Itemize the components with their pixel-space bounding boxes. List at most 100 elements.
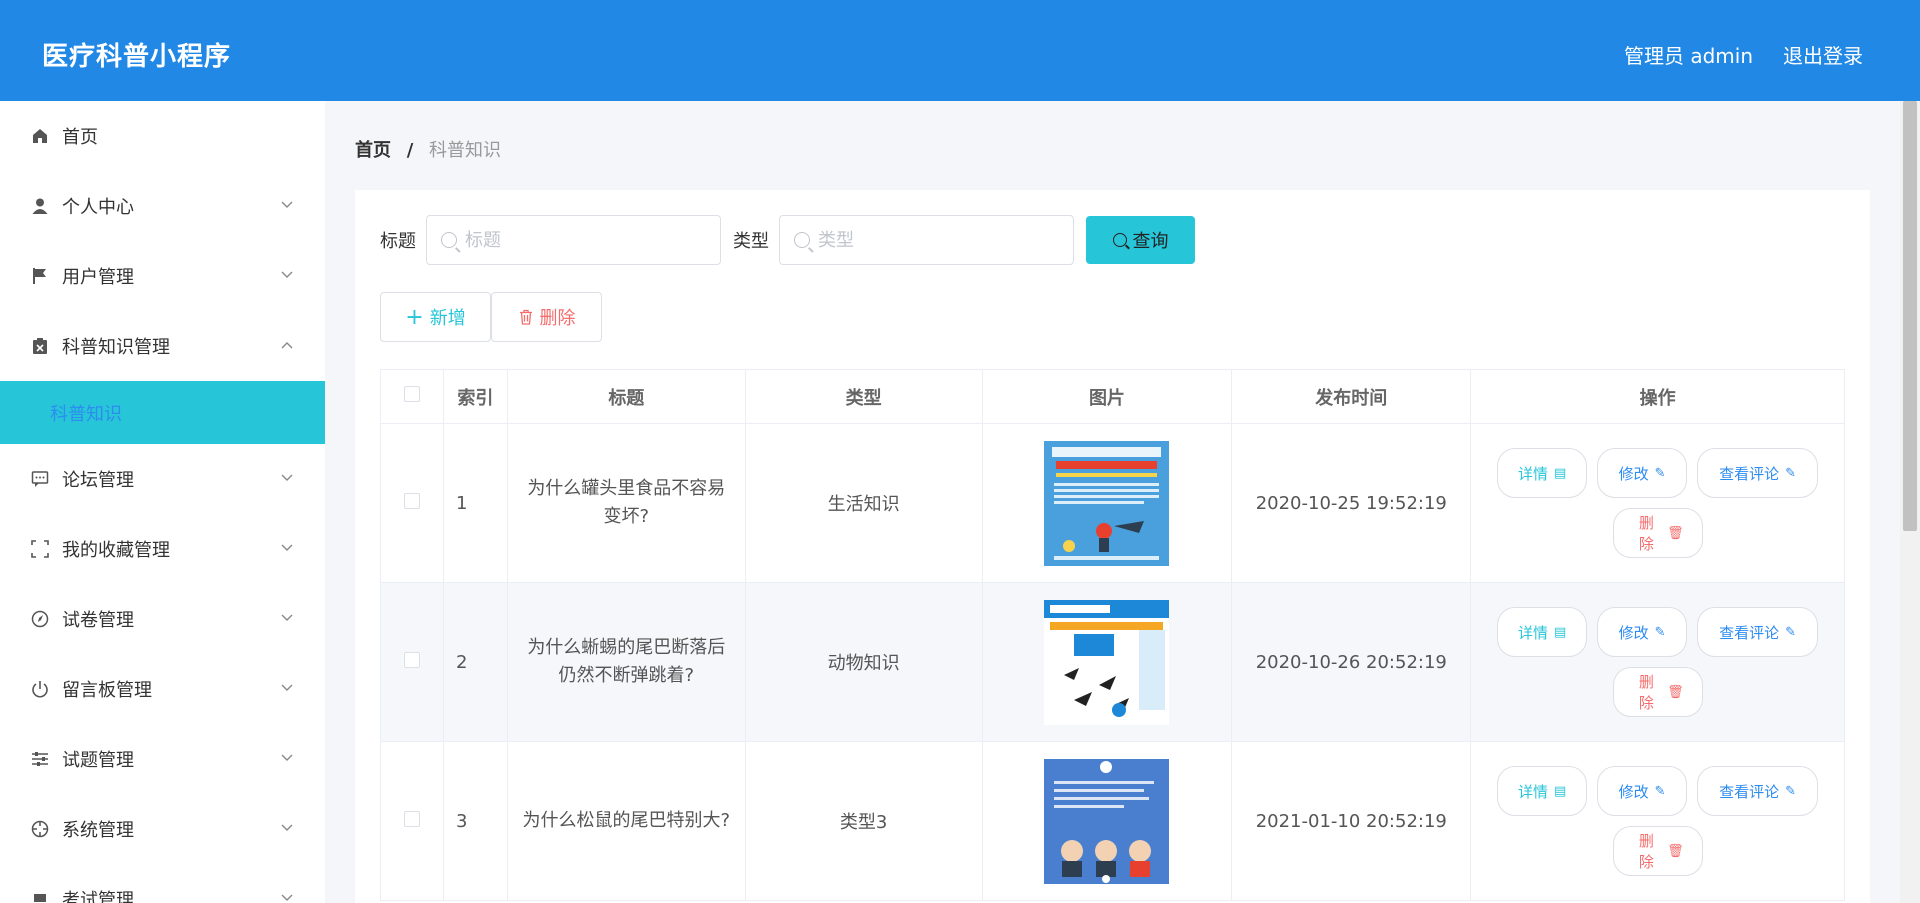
- detail-button[interactable]: 详情 ▤: [1497, 766, 1588, 816]
- delete-button[interactable]: 删除 🗑: [1612, 667, 1703, 717]
- delete-button[interactable]: 删除 🗑: [1612, 508, 1703, 558]
- column-header[interactable]: 图片: [981, 369, 1233, 424]
- detail-button[interactable]: 详情 ▤: [1497, 448, 1588, 498]
- sliders-icon: [30, 749, 50, 769]
- sidebar-item-label: 试卷管理: [62, 610, 134, 631]
- article-thumbnail[interactable]: [1044, 599, 1170, 725]
- sidebar-item-label: 用户管理: [62, 267, 134, 288]
- edit-button[interactable]: 修改 ✎: [1597, 766, 1688, 816]
- delete-label: 删除: [1638, 673, 1654, 712]
- query-button-label: 查询: [1132, 231, 1169, 252]
- sidebar-item-exam-papers[interactable]: 试卷管理: [0, 584, 325, 654]
- type-filter-label: 类型: [733, 231, 769, 252]
- type-search-field[interactable]: [779, 215, 1074, 265]
- sidebar-subitem-knowledge[interactable]: 科普知识: [0, 381, 325, 444]
- table-row: 1 为什么罐头里食品不容易变坏? 生活知识 2020-10-25 19:52:1…: [380, 423, 1845, 583]
- power-icon: [30, 679, 50, 699]
- sidebar-item-forum[interactable]: 论坛管理: [0, 444, 325, 514]
- breadcrumb: 首页 / 科普知识: [355, 136, 501, 162]
- delete-button[interactable]: 删除 🗑: [1612, 826, 1703, 876]
- pencil-icon: ✎: [1785, 783, 1797, 799]
- search-bar: 标题 类型 查询: [380, 215, 1195, 265]
- sidebar-item-users[interactable]: 用户管理: [0, 241, 325, 311]
- row-checkbox[interactable]: [403, 651, 420, 668]
- edit-button[interactable]: 修改 ✎: [1597, 448, 1688, 498]
- row-publish-time: 2020-10-26 20:52:19: [1231, 582, 1472, 742]
- edit-label: 修改: [1618, 782, 1649, 801]
- current-user: 管理员 admin: [1623, 44, 1753, 68]
- select-all-checkbox[interactable]: [403, 386, 420, 402]
- breadcrumb-home[interactable]: 首页: [355, 140, 391, 161]
- column-header[interactable]: 操作: [1470, 369, 1845, 424]
- chat-icon: [30, 469, 50, 489]
- column-header[interactable]: 类型: [744, 369, 983, 424]
- sidebar-item-label: 试题管理: [62, 750, 134, 771]
- sidebar-item-home[interactable]: 首页: [0, 101, 325, 171]
- sidebar-item-questions[interactable]: 试题管理: [0, 724, 325, 794]
- trash-icon: 🗑: [1667, 525, 1684, 541]
- chevron-down-icon: [277, 748, 297, 768]
- sidebar-item-exams[interactable]: 考试管理: [0, 864, 325, 903]
- row-publish-time: 2020-10-25 19:52:19: [1231, 423, 1472, 583]
- edit-button[interactable]: 修改 ✎: [1597, 607, 1688, 657]
- trash-icon: [518, 309, 534, 325]
- article-thumbnail[interactable]: [1044, 758, 1170, 884]
- query-button[interactable]: 查询: [1086, 216, 1195, 264]
- column-header[interactable]: 标题: [506, 369, 746, 424]
- pencil-icon: ✎: [1654, 783, 1666, 799]
- delete-label: 删除: [1638, 832, 1654, 871]
- title-search-input[interactable]: [465, 229, 705, 251]
- row-publish-time: 2021-01-10 20:52:19: [1231, 741, 1472, 901]
- row-actions: 详情 ▤ 修改 ✎ 查看评论 ✎ 删除 🗑: [1470, 423, 1845, 583]
- action-toolbar: + 新增 删除: [380, 292, 602, 342]
- home-icon: [30, 126, 50, 146]
- chevron-down-icon: [277, 888, 297, 903]
- article-thumbnail[interactable]: [1044, 440, 1170, 566]
- top-bar: 医疗科普小程序 管理员 admin 退出登录: [0, 0, 1920, 101]
- chevron-down-icon: [277, 265, 297, 285]
- row-checkbox[interactable]: [403, 492, 420, 509]
- sidebar-item-knowledge-management[interactable]: 科普知识管理: [0, 311, 325, 381]
- logout-link[interactable]: 退出登录: [1783, 40, 1863, 69]
- row-title: 为什么松鼠的尾巴特别大?: [506, 741, 746, 901]
- title-search-field[interactable]: [426, 215, 721, 265]
- flag-icon: [30, 266, 50, 286]
- main-panel: 标题 类型 查询 + 新增 删除 索引: [355, 190, 1870, 903]
- sidebar-item-label: 论坛管理: [62, 470, 134, 491]
- chevron-up-icon: [277, 335, 297, 355]
- view-comments-button[interactable]: 查看评论 ✎: [1697, 766, 1819, 816]
- knowledge-table: 索引 标题 类型 图片 发布时间 操作 1 为什么罐头里食品不容易变坏? 生活知…: [380, 369, 1845, 901]
- sidebar-item-label: 系统管理: [62, 820, 134, 841]
- edit-label: 修改: [1618, 623, 1649, 642]
- sidebar-item-system[interactable]: 系统管理: [0, 794, 325, 864]
- row-type: 生活知识: [744, 423, 983, 583]
- sidebar-item-label: 留言板管理: [62, 680, 152, 701]
- sidebar-item-message-board[interactable]: 留言板管理: [0, 654, 325, 724]
- view-comments-button[interactable]: 查看评论 ✎: [1697, 607, 1819, 657]
- batch-delete-button[interactable]: 删除: [491, 292, 602, 342]
- search-icon: [794, 232, 810, 248]
- pencil-icon: ✎: [1654, 624, 1666, 640]
- view-comments-button[interactable]: 查看评论 ✎: [1697, 448, 1819, 498]
- column-header[interactable]: 发布时间: [1231, 369, 1472, 424]
- breadcrumb-current: 科普知识: [429, 140, 502, 161]
- sidebar-item-profile[interactable]: 个人中心: [0, 171, 325, 241]
- type-search-input[interactable]: [818, 229, 1058, 251]
- sidebar-item-label: 个人中心: [62, 197, 134, 218]
- chevron-down-icon: [277, 678, 297, 698]
- plus-icon: +: [405, 304, 424, 330]
- row-image-cell: [981, 741, 1233, 901]
- table-row: 2 为什么蜥蜴的尾巴断落后仍然不断弹跳着? 动物知识 2020-10-26 20…: [380, 582, 1845, 742]
- sidebar-item-label: 我的收藏管理: [62, 540, 170, 561]
- page-scrollbar[interactable]: [1900, 101, 1920, 903]
- detail-button[interactable]: 详情 ▤: [1497, 607, 1588, 657]
- add-button[interactable]: + 新增: [380, 292, 491, 342]
- scrollbar-thumb[interactable]: [1903, 101, 1917, 531]
- row-type: 动物知识: [744, 582, 983, 742]
- cap-icon: [30, 889, 50, 903]
- trash-icon: 🗑: [1667, 843, 1684, 859]
- row-checkbox[interactable]: [403, 810, 420, 827]
- row-actions: 详情 ▤ 修改 ✎ 查看评论 ✎ 删除 🗑: [1470, 741, 1845, 901]
- sidebar-item-favorites[interactable]: 我的收藏管理: [0, 514, 325, 584]
- column-header[interactable]: 索引: [442, 369, 508, 424]
